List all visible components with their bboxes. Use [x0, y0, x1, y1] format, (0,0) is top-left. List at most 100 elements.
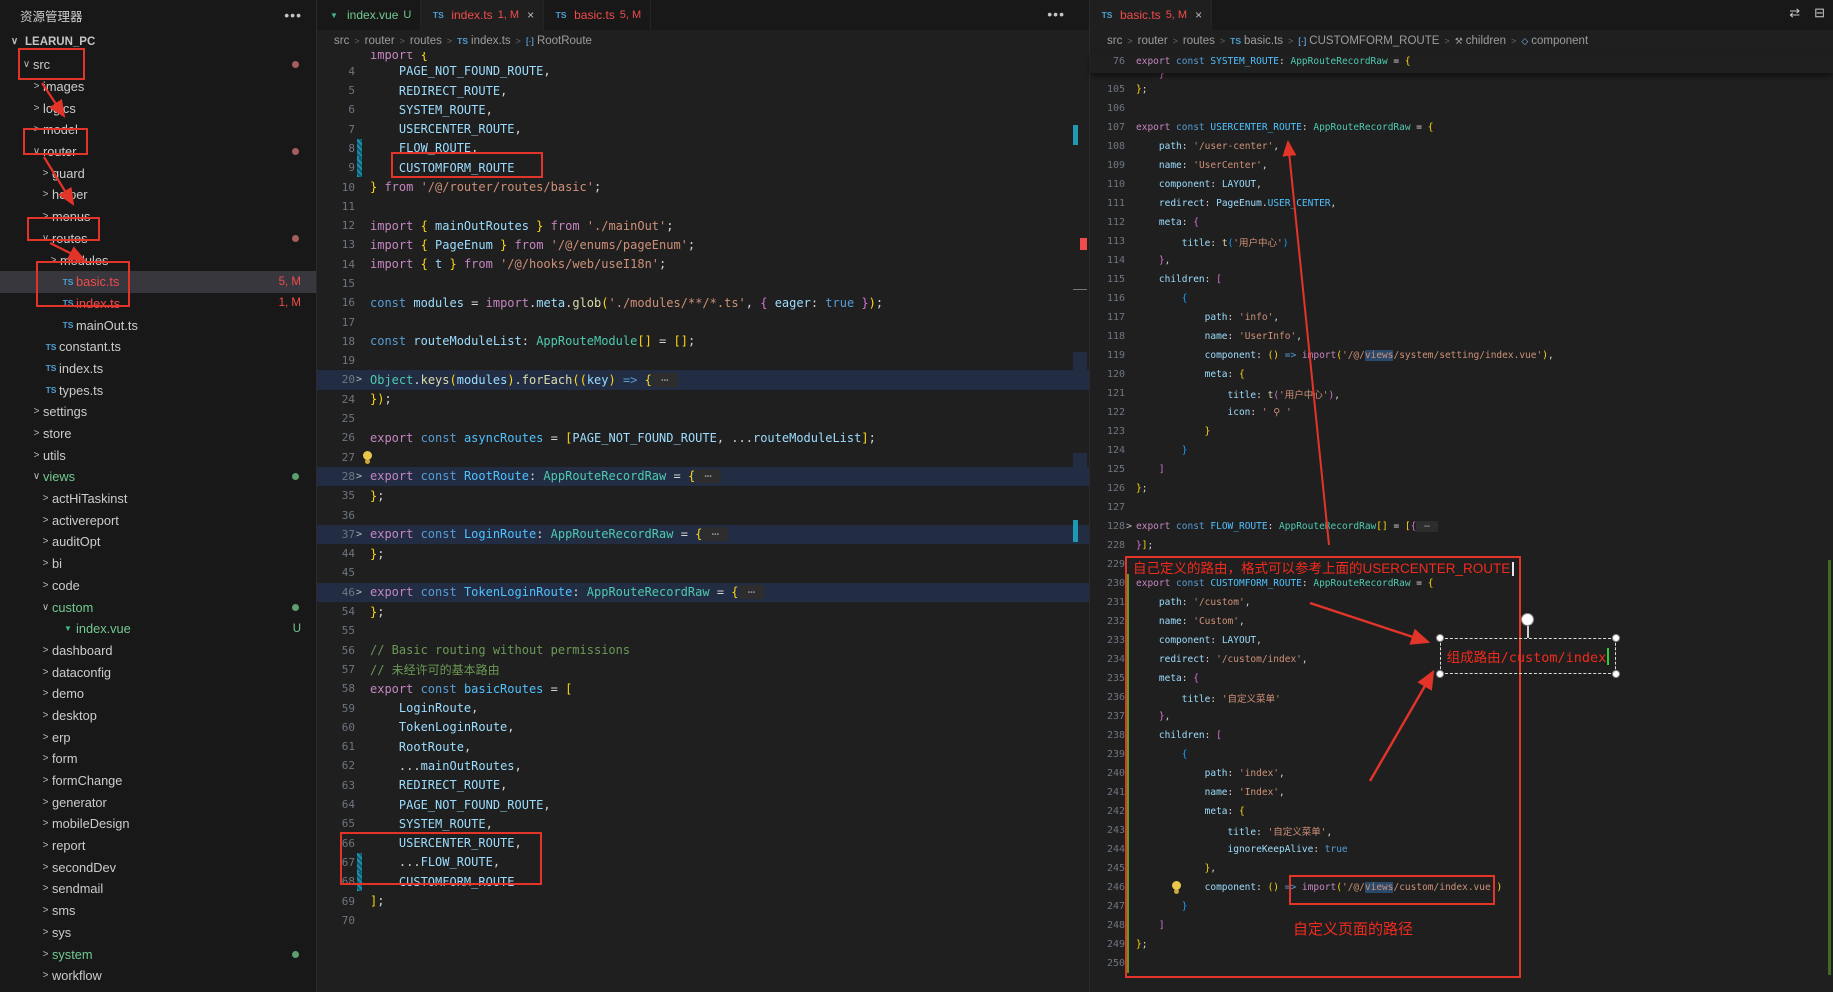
code-line-57[interactable]: 57// 未经许可的基本路由 — [317, 660, 1089, 679]
code-line-124[interactable]: 124 } — [1090, 441, 1833, 460]
tree-item-auditOpt[interactable]: >auditOpt — [0, 531, 316, 553]
rotation-handle[interactable] — [1521, 613, 1534, 626]
code-line-125[interactable]: 125 ] — [1090, 460, 1833, 479]
tree-item-types.ts[interactable]: TStypes.ts — [0, 379, 316, 401]
code-line-60[interactable]: 60 TokenLoginRoute, — [317, 718, 1089, 737]
code-line-27[interactable]: 27 — [317, 448, 1089, 467]
resize-handle-tl[interactable] — [1436, 634, 1444, 642]
tree-item-formChange[interactable]: >formChange — [0, 770, 316, 792]
code-line-12[interactable]: 12import { mainOutRoutes } from './mainO… — [317, 216, 1089, 235]
tree-item-dataconfig[interactable]: >dataconfig — [0, 661, 316, 683]
code-line-28[interactable]: 28>export const RootRoute: AppRouteRecor… — [317, 467, 1089, 486]
tab-index.ts[interactable]: TSindex.ts1, M× — [421, 0, 544, 30]
code-line-111[interactable]: 111 redirect: PageEnum.USER_CENTER, — [1090, 194, 1833, 213]
code-line-19[interactable]: 19 — [317, 351, 1089, 370]
code-line-69[interactable]: 69]; — [317, 891, 1089, 910]
tree-item-desktop[interactable]: >desktop — [0, 705, 316, 727]
breadcrumb-item-src[interactable]: src — [334, 35, 349, 47]
code-line-45[interactable]: 45 — [317, 563, 1089, 582]
code-line-106[interactable]: 106 — [1090, 99, 1833, 118]
code-line-109[interactable]: 109 name: 'UserCenter', — [1090, 156, 1833, 175]
code-line-59[interactable]: 59 LoginRoute, — [317, 698, 1089, 717]
tree-item-views[interactable]: ∨views — [0, 466, 316, 488]
close-icon[interactable]: × — [1195, 8, 1202, 22]
explorer-more-icon[interactable]: ••• — [284, 7, 302, 23]
tree-item-index.ts[interactable]: TSindex.ts — [0, 358, 316, 380]
code-line-128[interactable]: 128>export const FLOW_ROUTE: AppRouteRec… — [1090, 517, 1833, 536]
tree-item-guard[interactable]: >guard — [0, 162, 316, 184]
code-line-64[interactable]: 64 PAGE_NOT_FOUND_ROUTE, — [317, 795, 1089, 814]
code-line-108[interactable]: 108 path: '/user-center', — [1090, 137, 1833, 156]
tree-item-utils[interactable]: >utils — [0, 444, 316, 466]
tree-item-helper[interactable]: >helper — [0, 184, 316, 206]
tab-index.vue[interactable]: ▼index.vueU — [317, 0, 421, 30]
sticky-scroll-line[interactable]: 76export const SYSTEM_ROUTE: AppRouteRec… — [1090, 52, 1833, 73]
code-line-13[interactable]: 13import { PageEnum } from '/@/enums/pag… — [317, 235, 1089, 254]
tree-item-dashboard[interactable]: >dashboard — [0, 640, 316, 662]
breadcrumb-item-routes[interactable]: routes — [410, 35, 442, 47]
breadcrumb-item-index.ts[interactable]: index.ts — [471, 35, 511, 47]
code-line-7[interactable]: 7 USERCENTER_ROUTE, — [317, 119, 1089, 138]
code-line-20[interactable]: 20>Object.keys(modules).forEach((key) =>… — [317, 370, 1089, 389]
close-icon[interactable]: × — [527, 8, 534, 22]
fold-chevron-icon[interactable]: > — [356, 467, 362, 486]
code-line-46[interactable]: 46>export const TokenLoginRoute: AppRout… — [317, 583, 1089, 602]
code-line-26[interactable]: 26export const asyncRoutes = [PAGE_NOT_F… — [317, 428, 1089, 447]
tree-item-demo[interactable]: >demo — [0, 683, 316, 705]
breadcrumb-item-CUSTOMFORM_ROUTE[interactable]: CUSTOMFORM_ROUTE — [1309, 35, 1439, 47]
tree-item-secondDev[interactable]: >secondDev — [0, 856, 316, 878]
tree-item-index.vue[interactable]: ▼index.vueU — [0, 618, 316, 640]
fold-chevron-icon[interactable]: > — [356, 583, 362, 602]
code-line-44[interactable]: 44}; — [317, 544, 1089, 563]
tree-item-generator[interactable]: >generator — [0, 791, 316, 813]
tree-item-mainOut.ts[interactable]: TSmainOut.ts — [0, 314, 316, 336]
code-line-120[interactable]: 120 meta: { — [1090, 365, 1833, 384]
breadcrumb-item-basic.ts[interactable]: basic.ts — [1244, 35, 1283, 47]
code-line-119[interactable]: 119 component: () => import('/@/views/sy… — [1090, 346, 1833, 365]
tree-item-mobileDesign[interactable]: >mobileDesign — [0, 813, 316, 835]
code-line-123[interactable]: 123 } — [1090, 422, 1833, 441]
tree-item-report[interactable]: >report — [0, 835, 316, 857]
annotation-textbox[interactable]: 组成路由/custom/index — [1440, 638, 1616, 674]
code-line-63[interactable]: 63 REDIRECT_ROUTE, — [317, 776, 1089, 795]
tree-item-actHiTaskinst[interactable]: >actHiTaskinst — [0, 488, 316, 510]
code-line-11[interactable]: 11 — [317, 197, 1089, 216]
fold-chevron-icon[interactable]: > — [356, 370, 362, 389]
tree-item-form[interactable]: >form — [0, 748, 316, 770]
code-line-56[interactable]: 56// Basic routing without permissions — [317, 641, 1089, 660]
code-line-116[interactable]: 116 { — [1090, 289, 1833, 308]
code-line-54[interactable]: 54}; — [317, 602, 1089, 621]
code-line-4[interactable]: 4 PAGE_NOT_FOUND_ROUTE, — [317, 62, 1089, 81]
code-line-14[interactable]: 14import { t } from '/@/hooks/web/useI18… — [317, 255, 1089, 274]
code-line-58[interactable]: 58export const basicRoutes = [ — [317, 679, 1089, 698]
swap-editors-icon[interactable]: ⇄ — [1789, 5, 1800, 21]
tree-item-logics[interactable]: >logics — [0, 97, 316, 119]
code-line-115[interactable]: 115 children: [ — [1090, 270, 1833, 289]
code-line-25[interactable]: 25 — [317, 409, 1089, 428]
code-line-70[interactable]: 70 — [317, 911, 1089, 930]
tree-item-activereport[interactable]: >activereport — [0, 509, 316, 531]
code-line-35[interactable]: 35}; — [317, 486, 1089, 505]
code-line-118[interactable]: 118 name: 'UserInfo', — [1090, 327, 1833, 346]
lightbulb-icon[interactable] — [363, 451, 372, 460]
breadcrumb-item-routes[interactable]: routes — [1183, 35, 1215, 47]
code-line-17[interactable]: 17 — [317, 312, 1089, 331]
tab-overflow-icon[interactable]: ••• — [1047, 6, 1065, 22]
code-line-partial[interactable]: import { — [317, 52, 1089, 62]
code-line-76[interactable]: 76export const SYSTEM_ROUTE: AppRouteRec… — [1090, 52, 1833, 71]
fold-chevron-icon[interactable]: > — [1126, 517, 1132, 536]
code-line-117[interactable]: 117 path: 'info', — [1090, 308, 1833, 327]
code-line-110[interactable]: 110 component: LAYOUT, — [1090, 175, 1833, 194]
code-line-112[interactable]: 112 meta: { — [1090, 213, 1833, 232]
tree-item-workflow[interactable]: >workflow — [0, 965, 316, 987]
code-line-55[interactable]: 55 — [317, 621, 1089, 640]
resize-handle-bl[interactable] — [1436, 670, 1444, 678]
code-line-126[interactable]: 126}; — [1090, 479, 1833, 498]
breadcrumb-item-children[interactable]: children — [1466, 35, 1506, 47]
code-line-36[interactable]: 36 — [317, 505, 1089, 524]
tree-item-sms[interactable]: >sms — [0, 900, 316, 922]
code-line-6[interactable]: 6 SYSTEM_ROUTE, — [317, 100, 1089, 119]
breadcrumb-item-RootRoute[interactable]: RootRoute — [537, 35, 592, 47]
tree-item-bi[interactable]: >bi — [0, 553, 316, 575]
code-line-114[interactable]: 114 }, — [1090, 251, 1833, 270]
